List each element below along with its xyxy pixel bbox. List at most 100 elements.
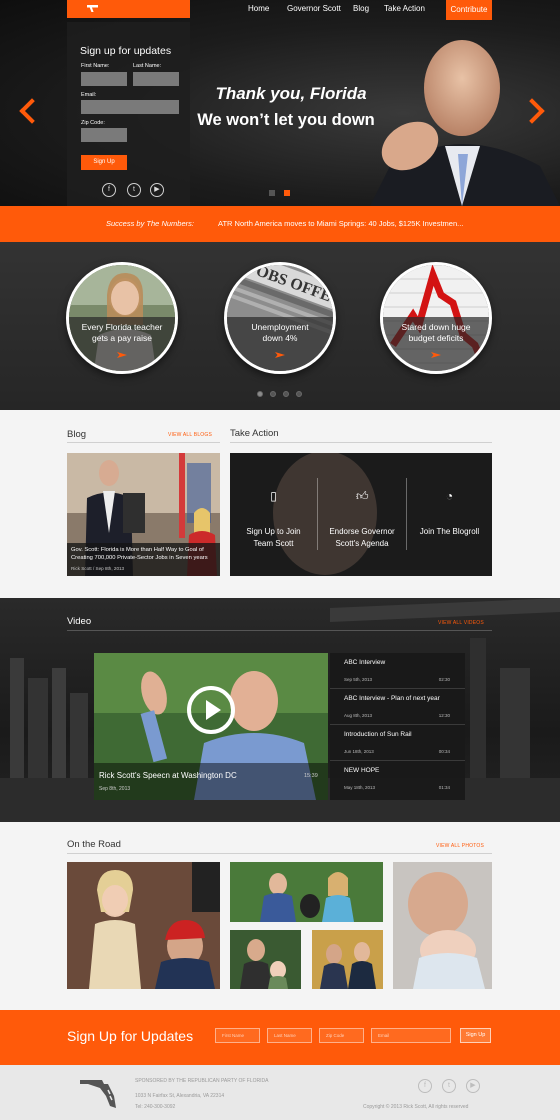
- first-name-label: First Name:: [81, 63, 110, 69]
- play-icon[interactable]: [187, 686, 235, 734]
- take-action-panel: ▯ Sign Up to Join Team Scott 👍︎ Endorse G…: [230, 453, 492, 576]
- playlist-item-date: May 18th, 2013: [344, 785, 376, 790]
- footer-copyright: Copyright © 2013 Rick Scott, All rights …: [363, 1104, 469, 1110]
- zip-label: Zip Code:: [81, 120, 105, 126]
- florida-logo-icon: [87, 5, 98, 12]
- carousel-dot-2[interactable]: [270, 391, 276, 397]
- signup-title: Sign up for updates: [80, 45, 172, 57]
- signup-button[interactable]: Sign Up: [81, 155, 127, 170]
- footer-first-name-input[interactable]: First Name: [215, 1028, 260, 1043]
- facebook-icon[interactable]: f: [102, 183, 116, 197]
- next-slide-arrow-icon[interactable]: [528, 99, 542, 119]
- accomplishment-line2: down 4%: [262, 333, 298, 343]
- hero-slider: Home Governor Scott Blog Take Action Con…: [0, 0, 560, 206]
- divider: [67, 853, 492, 854]
- carousel-dot-1[interactable]: [257, 391, 263, 397]
- ticker-label: Success by The Numbers:: [106, 219, 194, 228]
- road-photo[interactable]: [312, 930, 383, 989]
- carousel-dot-4[interactable]: [296, 391, 302, 397]
- on-the-road-title: On the Road: [67, 839, 121, 850]
- playlist-item[interactable]: ABC Interview Sep 5th, 2013 02:30: [330, 653, 465, 689]
- take-action-endorse[interactable]: 👍︎ Endorse Governor Scott's Agenda: [318, 453, 406, 576]
- take-action-blogroll[interactable]: ◔ Join The Blogroll: [407, 453, 492, 576]
- playlist-item[interactable]: NEW HOPE May 18th, 2013 01:34: [330, 761, 465, 797]
- nav-home[interactable]: Home: [248, 4, 269, 13]
- playlist-item[interactable]: Introduction of Sun Rail Jun 18th, 2013 …: [330, 725, 465, 761]
- carousel-dot-3[interactable]: [283, 391, 289, 397]
- family-with-dog-photo: [230, 862, 383, 922]
- youtube-icon[interactable]: ▶: [150, 183, 164, 197]
- florida-map-icon: [80, 1080, 116, 1108]
- footer-sponsor: SPONSORED BY THE REPUBLICAN PARTY OF FLO…: [135, 1078, 269, 1084]
- playlist-item-length: 12:30: [438, 713, 450, 718]
- featured-video-length: 15:39: [304, 773, 318, 779]
- footer-signup-button[interactable]: Sign Up: [460, 1028, 491, 1043]
- road-photo[interactable]: [393, 862, 492, 989]
- divider: [67, 630, 492, 631]
- playlist-item-title: NEW HOPE: [344, 767, 380, 774]
- playlist-item-date: Sep 5th, 2013: [344, 677, 373, 682]
- first-name-input[interactable]: [81, 72, 127, 86]
- footer-email-input[interactable]: Email: [371, 1028, 451, 1043]
- featured-video-date: Sep 8th, 2013: [99, 786, 131, 792]
- nav-governor-scott[interactable]: Governor Scott: [287, 4, 341, 13]
- blog-post-headline[interactable]: Gov. Scott: Florida is More than Half Wa…: [71, 546, 221, 562]
- action-line2: Scott's Agenda: [335, 539, 389, 548]
- road-photo[interactable]: [230, 930, 301, 989]
- divider: [230, 442, 492, 443]
- prev-slide-arrow-icon[interactable]: [18, 99, 32, 119]
- playlist-item-length: 00:34: [438, 749, 450, 754]
- slide-dot-1[interactable]: [269, 190, 275, 196]
- divider: [67, 442, 220, 443]
- site-logo[interactable]: [67, 0, 190, 18]
- twitter-icon[interactable]: t: [127, 183, 141, 197]
- action-line1: Join The Blogroll: [419, 527, 480, 536]
- governor-with-baby-photo: [393, 862, 492, 989]
- take-action-join-team[interactable]: ▯ Sign Up to Join Team Scott: [230, 453, 317, 576]
- document-add-icon: ▯: [270, 489, 277, 503]
- footer-phone: Tel: 240-300-3092: [135, 1104, 176, 1110]
- nav-take-action[interactable]: Take Action: [384, 4, 425, 13]
- officers-photo: [312, 930, 383, 989]
- men-with-baby-photo: [230, 930, 301, 989]
- rss-icon: ◔: [445, 489, 454, 503]
- ticker-headline-link[interactable]: ATR North America moves to Miami Springs…: [218, 219, 463, 228]
- email-input[interactable]: [81, 100, 179, 114]
- footer-youtube-icon[interactable]: ▶: [466, 1079, 480, 1093]
- footer-last-name-input[interactable]: Last Name: [267, 1028, 312, 1043]
- take-action-title: Take Action: [230, 428, 279, 439]
- view-all-photos-link[interactable]: VIEW ALL PHOTOS: [436, 843, 484, 849]
- slide-dot-2[interactable]: [284, 190, 290, 196]
- accomplishment-line2: gets a pay raise: [91, 333, 152, 343]
- road-photo[interactable]: [230, 862, 383, 922]
- last-name-input[interactable]: [133, 72, 179, 86]
- footer-zip-input[interactable]: Zip Code: [319, 1028, 364, 1043]
- nav-blog[interactable]: Blog: [353, 4, 369, 13]
- playlist-item-title: ABC Interview - Plan of next year: [344, 695, 440, 702]
- video-playlist: ABC Interview Sep 5th, 2013 02:30 ABC In…: [330, 653, 465, 800]
- accomplishment-unemployment[interactable]: OBS OFFE Unemployment down 4%: [224, 262, 336, 374]
- playlist-item-date: Jun 18th, 2013: [344, 749, 374, 754]
- zip-input[interactable]: [81, 128, 127, 142]
- playlist-item-title: Introduction of Sun Rail: [344, 731, 412, 738]
- action-line1: Endorse Governor: [329, 527, 395, 536]
- headline-line1: Gov. Scott: Florida is More than Half Wa…: [71, 547, 204, 553]
- playlist-item[interactable]: ABC Interview - Plan of next year Aug 8t…: [330, 689, 465, 725]
- video-title: Video: [67, 616, 92, 627]
- footer-twitter-icon[interactable]: t: [442, 1079, 456, 1093]
- headline-line2: Creating 700,000 Private-Sector Jobs in …: [71, 555, 208, 561]
- hero-headline: Thank you, Florida: [215, 84, 367, 103]
- accomplishment-teacher-pay[interactable]: Every Florida teacher gets a pay raise: [66, 262, 178, 374]
- accomplishment-line1: Stared down huge: [401, 322, 471, 332]
- contribute-button[interactable]: Contribute: [446, 0, 492, 20]
- girl-and-governor-photo: [67, 862, 220, 989]
- last-name-label: Last Name:: [133, 63, 162, 69]
- hero-subheadline: We won’t let you down: [197, 111, 375, 129]
- view-all-blogs-link[interactable]: VIEW ALL BLOGS: [168, 432, 212, 438]
- view-all-videos-link[interactable]: VIEW ALL VIDEOS: [438, 620, 484, 626]
- road-photo[interactable]: [67, 862, 220, 989]
- footer-facebook-icon[interactable]: f: [418, 1079, 432, 1093]
- accomplishment-budget[interactable]: Stared down huge budget deficits: [380, 262, 492, 374]
- playlist-item-length: 01:34: [438, 785, 450, 790]
- footer-address: 1033 N Fairfax St, Alexandria, VA 22314: [135, 1093, 225, 1099]
